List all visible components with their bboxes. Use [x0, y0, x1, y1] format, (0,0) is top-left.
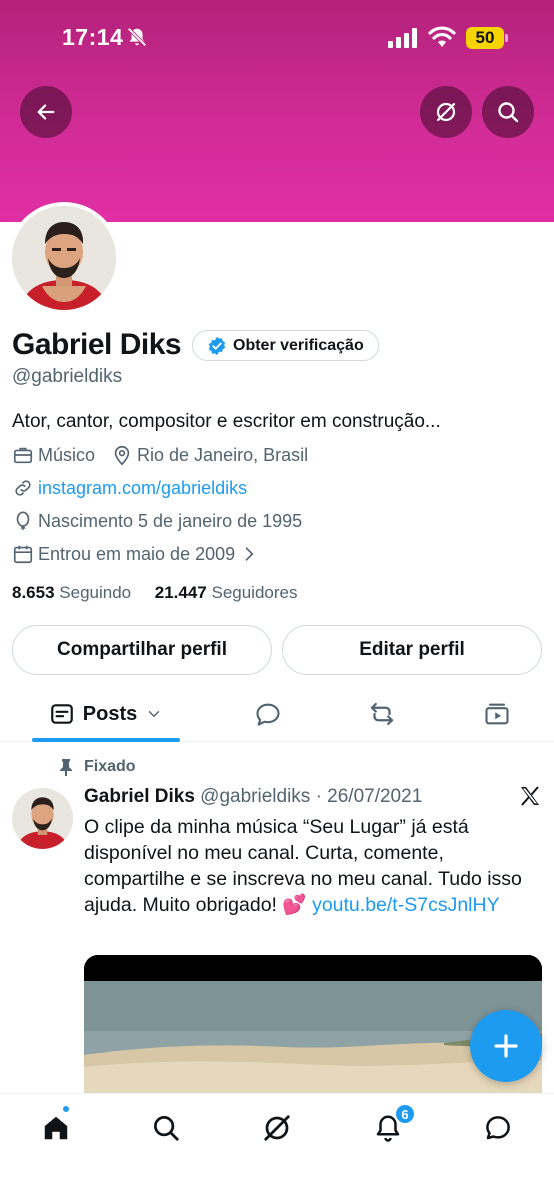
wifi-icon	[428, 26, 456, 53]
tab-active-indicator	[32, 738, 180, 742]
posts-icon	[50, 704, 73, 724]
profile-tabs: Posts	[0, 686, 554, 742]
home-icon	[44, 1116, 68, 1140]
followers-count: 21.447	[154, 583, 207, 602]
pinned-label: Fixado	[84, 758, 136, 775]
grok-icon	[436, 102, 456, 122]
post-link[interactable]: youtu.be/t-S7csJnlHY	[312, 894, 500, 916]
avatar-image	[12, 206, 116, 310]
chevron-right-icon	[245, 547, 254, 561]
calendar-icon	[13, 545, 33, 564]
search-button[interactable]	[482, 86, 534, 138]
grok-button[interactable]	[420, 86, 472, 138]
profile-banner[interactable]: 17:14 50	[0, 0, 554, 222]
nav-grok[interactable]	[257, 1108, 297, 1148]
profile-category: Músico	[38, 444, 96, 465]
search-icon	[154, 1116, 179, 1141]
get-verified-button[interactable]: Obter verificação	[192, 330, 379, 361]
profile-website-row: instagram.com/gabrieldiks	[12, 477, 247, 499]
arrow-left-icon	[37, 104, 55, 120]
profile-avatar[interactable]	[8, 202, 120, 314]
profile-joined-row[interactable]: Entrou em maio de 2009	[12, 543, 263, 565]
post-author-avatar[interactable]	[12, 788, 73, 849]
battery-indicator: 50	[466, 27, 504, 49]
tab-media[interactable]	[477, 686, 517, 742]
post-text: O clipe da minha música “Seu Lugar” já e…	[84, 814, 524, 918]
profile-birth: Nascimento 5 de janeiro de 1995	[38, 510, 303, 531]
back-button[interactable]	[20, 86, 72, 138]
tab-posts[interactable]: Posts	[32, 686, 180, 742]
bell-muted-icon	[126, 26, 148, 53]
profile-joined: Entrou em maio de 2009	[38, 543, 236, 564]
tab-replies[interactable]	[248, 686, 288, 742]
notifications-badge: 6	[395, 1104, 415, 1124]
edit-profile-button[interactable]: Editar perfil	[282, 625, 542, 675]
battery-tip	[505, 34, 508, 42]
follow-stats: 8.653 Seguindo 21.447 Seguidores	[12, 583, 298, 603]
post-video-thumbnail[interactable]	[84, 955, 542, 1095]
status-time: 17:14	[62, 24, 124, 50]
compose-button[interactable]	[470, 1010, 542, 1082]
nav-search[interactable]	[146, 1108, 186, 1148]
signal-icon	[388, 28, 420, 53]
grok-icon	[264, 1115, 290, 1141]
video-media-icon	[485, 703, 509, 725]
following-count: 8.653	[12, 583, 55, 602]
nav-messages[interactable]	[478, 1108, 518, 1148]
followers-link[interactable]: 21.447 Seguidores	[155, 583, 298, 602]
link-icon	[15, 480, 31, 496]
verified-badge-icon	[208, 336, 226, 355]
profile-handle: @gabrieldiks	[12, 366, 123, 387]
message-icon	[486, 1116, 510, 1140]
chevron-down-icon	[148, 711, 160, 718]
pin-icon	[60, 759, 72, 776]
post-author-name[interactable]: Gabriel Diks	[84, 786, 195, 807]
reply-icon	[256, 703, 280, 726]
profile-website-link[interactable]: instagram.com/gabrieldiks	[38, 478, 247, 499]
share-profile-button[interactable]: Compartilhar perfil	[12, 625, 272, 675]
status-bar: 17:14 50	[0, 20, 554, 56]
pinned-indicator: Fixado	[58, 758, 136, 776]
post-meta: @gabrieldiks · 26/07/2021	[200, 786, 423, 807]
followers-label: Seguidores	[211, 583, 298, 602]
profile-birth-row: Nascimento 5 de janeiro de 1995	[12, 510, 302, 532]
location-pin-icon	[114, 445, 130, 466]
repost-icon	[370, 702, 394, 726]
following-label: Seguindo	[59, 583, 132, 602]
tab-reposts[interactable]	[362, 686, 402, 742]
plus-icon	[494, 1034, 518, 1058]
briefcase-icon	[13, 447, 33, 464]
post-header: Gabriel Diks @gabrieldiks · 26/07/2021	[84, 786, 422, 808]
bottom-navigation: 6	[0, 1093, 554, 1200]
home-notification-dot	[62, 1105, 70, 1113]
x-logo-icon	[518, 784, 542, 813]
profile-location: Rio de Janeiro, Brasil	[137, 444, 309, 465]
profile-bio: Ator, cantor, compositor e escritor em c…	[12, 411, 441, 432]
search-icon	[498, 102, 519, 123]
nav-home[interactable]	[36, 1108, 76, 1148]
profile-name: Gabriel Diks	[12, 328, 182, 361]
profile-meta-row-1: Músico Rio de Janeiro, Brasil	[12, 444, 308, 466]
tab-posts-label: Posts	[82, 702, 138, 725]
get-verified-label: Obter verificação	[233, 336, 364, 354]
following-link[interactable]: 8.653 Seguindo	[12, 583, 131, 602]
balloon-icon	[16, 511, 30, 531]
